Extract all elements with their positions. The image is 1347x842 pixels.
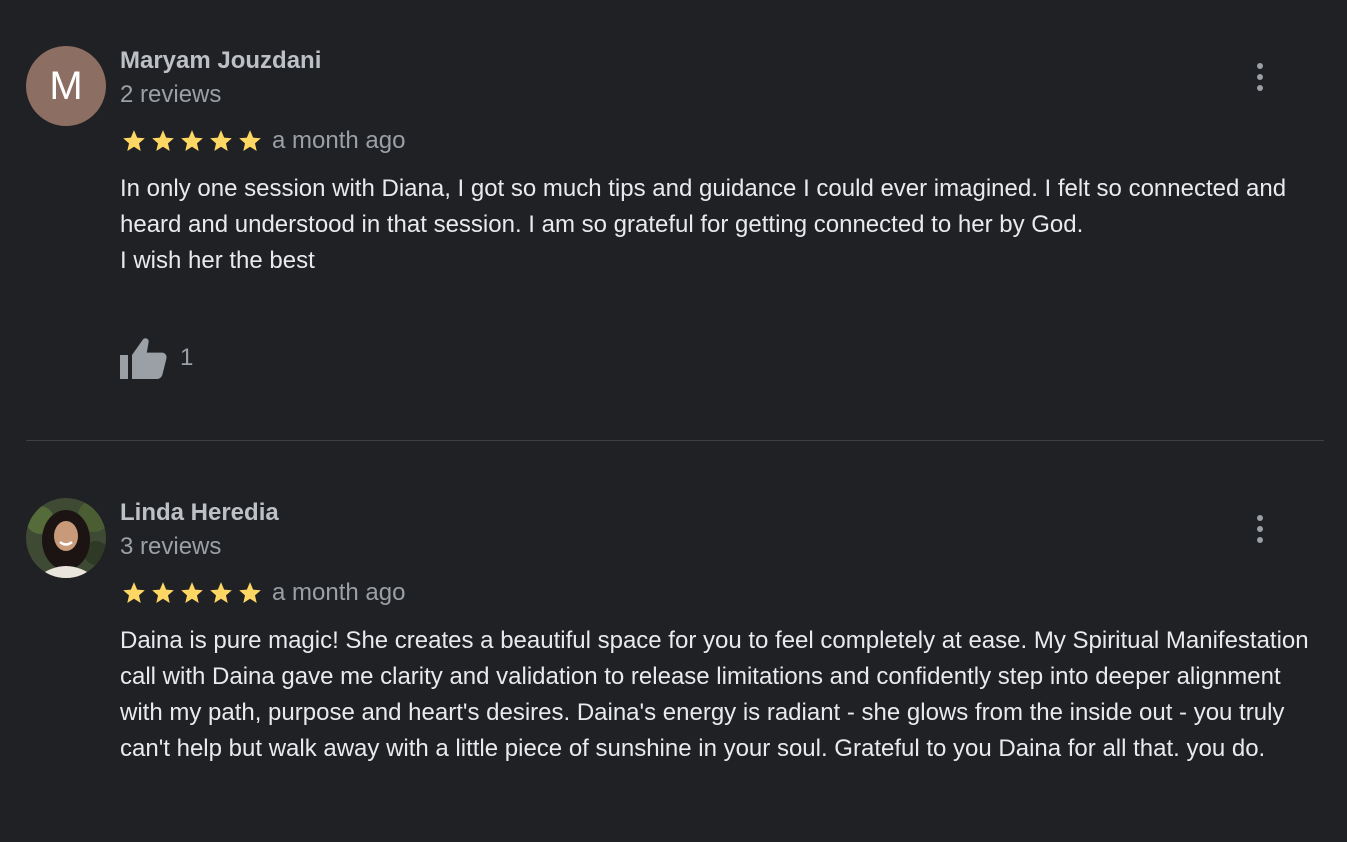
- more-vert-icon-dot: [1257, 526, 1263, 532]
- more-options-button[interactable]: [1244, 509, 1276, 549]
- avatar[interactable]: [26, 498, 106, 578]
- star-icon: [123, 582, 145, 603]
- star-icon: [181, 130, 203, 151]
- star-rating: [120, 580, 264, 606]
- review-paragraph: Daina is pure magic! She creates a beaut…: [120, 627, 1309, 762]
- more-vert-icon: [1257, 515, 1263, 521]
- review-text: In only one session with Diana, I got so…: [120, 171, 1310, 279]
- review-date: a month ago: [272, 579, 406, 606]
- star-icon: [239, 582, 261, 603]
- more-vert-icon-dot: [1257, 85, 1263, 91]
- star-icon: [152, 582, 174, 603]
- like-count: 1: [180, 344, 194, 371]
- star-icon: [181, 582, 203, 603]
- more-vert-icon-dot: [1257, 537, 1263, 543]
- more-vert-icon-dot: [1257, 74, 1263, 80]
- star-icon: [152, 130, 174, 151]
- review-count: 2 reviews: [120, 81, 222, 108]
- star-rating: [120, 128, 264, 154]
- review-paragraph: In only one session with Diana, I got so…: [120, 175, 1287, 238]
- review-text: Daina is pure magic! She creates a beaut…: [120, 623, 1310, 767]
- review-count: 3 reviews: [120, 533, 222, 560]
- reviewer-name[interactable]: Linda Heredia: [120, 498, 279, 528]
- like-button[interactable]: 1: [120, 337, 193, 379]
- star-icon: [210, 130, 232, 151]
- profile-photo: [26, 498, 106, 578]
- more-vert-icon: [1257, 63, 1263, 69]
- star-icon: [210, 582, 232, 603]
- avatar[interactable]: M: [26, 46, 106, 126]
- review-paragraph: I wish her the best: [120, 247, 315, 274]
- thumbs-up-icon: [120, 338, 167, 379]
- reviewer-name[interactable]: Maryam Jouzdani: [120, 46, 321, 76]
- star-icon: [239, 130, 261, 151]
- review-date: a month ago: [272, 127, 406, 154]
- more-options-button[interactable]: [1244, 57, 1276, 97]
- divider: [26, 440, 1324, 441]
- star-icon: [123, 130, 145, 151]
